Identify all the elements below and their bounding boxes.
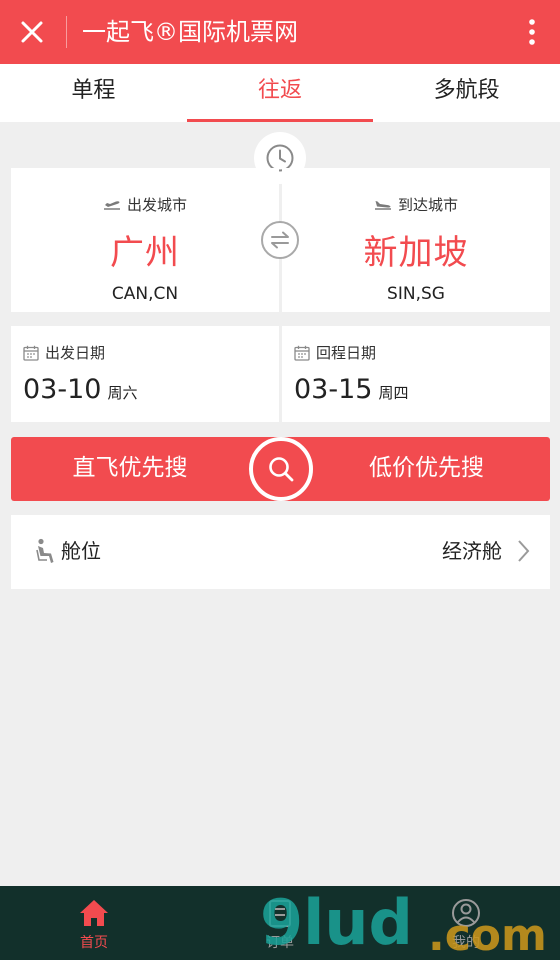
calendar-icon bbox=[294, 345, 310, 361]
calendar-icon bbox=[23, 345, 39, 361]
depart-date-card[interactable]: 出发日期 03-10 周六 bbox=[11, 326, 279, 422]
depart-date-weekday: 周六 bbox=[107, 384, 138, 402]
nav-home[interactable]: 首页 bbox=[48, 886, 140, 960]
nav-orders-label: 订单 bbox=[266, 935, 294, 951]
arrival-city-label: 到达城市 bbox=[397, 196, 458, 214]
tab-round-trip[interactable]: 往返 bbox=[186, 64, 374, 122]
cabin-label: 舱位 bbox=[61, 539, 101, 563]
return-date-weekday: 周四 bbox=[378, 384, 409, 402]
orders-icon bbox=[269, 900, 291, 927]
nav-home-label: 首页 bbox=[80, 935, 108, 951]
landing-icon bbox=[374, 200, 391, 210]
takeoff-icon bbox=[103, 200, 120, 210]
arrival-city-card[interactable]: 到达城市 新加坡 SIN,SG bbox=[282, 168, 550, 312]
bottom-navigation: 首页 订单 我的 bbox=[0, 886, 560, 960]
arrival-city-name: 新加坡 bbox=[363, 233, 469, 273]
nav-mine[interactable]: 我的 bbox=[420, 886, 512, 960]
cabin-class-selector[interactable]: 舱位 经济舱 bbox=[11, 515, 550, 589]
tab-one-way[interactable]: 单程 bbox=[0, 64, 187, 122]
top-bar: 一起飞®国际机票网 bbox=[0, 0, 560, 64]
seat-icon bbox=[36, 538, 54, 563]
lowest-price-search-button[interactable]: 低价优先搜 bbox=[281, 437, 550, 501]
more-vertical-icon[interactable] bbox=[522, 14, 542, 50]
close-icon[interactable] bbox=[14, 14, 50, 50]
nav-mine-label: 我的 bbox=[452, 935, 480, 951]
cabin-value: 经济舱 bbox=[442, 539, 502, 563]
header-divider bbox=[66, 16, 67, 48]
page-title: 一起飞®国际机票网 bbox=[82, 18, 298, 46]
departure-city-label: 出发城市 bbox=[126, 196, 187, 214]
return-date-value: 03-15 bbox=[294, 374, 373, 405]
return-date-card[interactable]: 回程日期 03-15 周四 bbox=[282, 326, 550, 422]
direct-first-search-button[interactable]: 直飞优先搜 bbox=[11, 437, 279, 501]
user-icon bbox=[452, 899, 480, 927]
return-date-label: 回程日期 bbox=[316, 344, 377, 362]
departure-city-name: 广州 bbox=[110, 233, 180, 273]
departure-city-card[interactable]: 出发城市 广州 CAN,CN bbox=[11, 168, 279, 312]
nav-orders[interactable]: 订单 bbox=[234, 886, 326, 960]
tab-multi-segment[interactable]: 多航段 bbox=[373, 64, 560, 122]
home-icon bbox=[80, 900, 108, 926]
search-button[interactable] bbox=[249, 437, 313, 501]
departure-city-code: CAN,CN bbox=[111, 284, 179, 304]
swap-cities-button[interactable] bbox=[261, 221, 299, 259]
chevron-right-icon bbox=[518, 540, 530, 562]
trip-type-tabs: 单程 往返 多航段 bbox=[0, 64, 560, 122]
swap-icon bbox=[271, 231, 289, 249]
arrival-city-code: SIN,SG bbox=[387, 284, 445, 304]
depart-date-label: 出发日期 bbox=[45, 344, 106, 362]
search-icon bbox=[269, 457, 294, 482]
depart-date-value: 03-10 bbox=[23, 374, 102, 405]
